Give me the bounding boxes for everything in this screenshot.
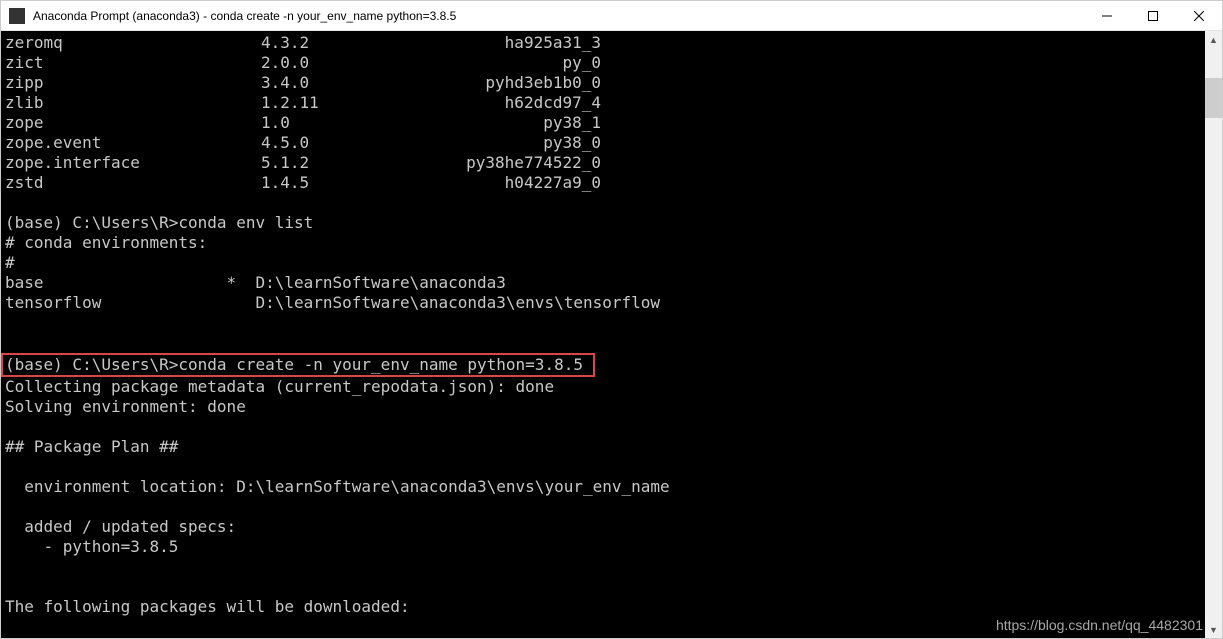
scroll-track[interactable]	[1205, 48, 1222, 621]
package-build: h04227a9_0	[461, 173, 601, 193]
terminal-area: zeromq4.3.2ha925a31_3zict2.0.0py_0zipp3.…	[1, 31, 1222, 638]
collecting-line: Collecting package metadata (current_rep…	[5, 377, 554, 396]
package-version: 4.5.0	[261, 133, 461, 153]
highlighted-command: (base) C:\Users\R>conda create -n your_e…	[1, 353, 595, 377]
package-name: zipp	[5, 73, 261, 93]
package-row: zope1.0py38_1	[5, 113, 1201, 133]
package-build: ha925a31_3	[461, 33, 601, 53]
scroll-thumb[interactable]	[1205, 78, 1222, 118]
package-version: 1.4.5	[261, 173, 461, 193]
package-row: zipp3.4.0pyhd3eb1b0_0	[5, 73, 1201, 93]
app-icon	[9, 8, 25, 24]
package-version: 4.3.2	[261, 33, 461, 53]
package-row: zope.interface5.1.2py38he774522_0	[5, 153, 1201, 173]
package-version: 1.2.11	[261, 93, 461, 113]
env-location: environment location: D:\learnSoftware\a…	[5, 477, 670, 496]
package-row: zlib1.2.11h62dcd97_4	[5, 93, 1201, 113]
package-version: 1.0	[261, 113, 461, 133]
env-row: base * D:\learnSoftware\anaconda3	[5, 273, 506, 292]
package-name: zope.event	[5, 133, 261, 153]
package-name: zope	[5, 113, 261, 133]
package-name: zict	[5, 53, 261, 73]
env-row: tensorflow D:\learnSoftware\anaconda3\en…	[5, 293, 660, 312]
env-hash: #	[5, 253, 15, 272]
package-build: h62dcd97_4	[461, 93, 601, 113]
package-build: py38_0	[461, 133, 601, 153]
package-row: zeromq4.3.2ha925a31_3	[5, 33, 1201, 53]
package-build: pyhd3eb1b0_0	[461, 73, 601, 93]
package-version: 5.1.2	[261, 153, 461, 173]
package-name: zope.interface	[5, 153, 261, 173]
package-row: zict2.0.0py_0	[5, 53, 1201, 73]
titlebar[interactable]: Anaconda Prompt (anaconda3) - conda crea…	[1, 1, 1222, 31]
scrollbar: ▲ ▼	[1205, 31, 1222, 638]
package-build: py38he774522_0	[461, 153, 601, 173]
package-name: zstd	[5, 173, 261, 193]
scroll-down-button[interactable]: ▼	[1205, 621, 1222, 638]
package-build: py_0	[461, 53, 601, 73]
close-button[interactable]	[1176, 1, 1222, 30]
scroll-up-button[interactable]: ▲	[1205, 31, 1222, 48]
prompt-line: (base) C:\Users\R>conda env list	[5, 213, 313, 232]
package-name: zlib	[5, 93, 261, 113]
solving-line: Solving environment: done	[5, 397, 246, 416]
terminal[interactable]: zeromq4.3.2ha925a31_3zict2.0.0py_0zipp3.…	[1, 31, 1205, 638]
package-row: zstd1.4.5h04227a9_0	[5, 173, 1201, 193]
package-row: zope.event4.5.0py38_0	[5, 133, 1201, 153]
window-controls	[1084, 1, 1222, 30]
env-header: # conda environments:	[5, 233, 207, 252]
package-plan-header: ## Package Plan ##	[5, 437, 178, 456]
minimize-button[interactable]	[1084, 1, 1130, 30]
window-title: Anaconda Prompt (anaconda3) - conda crea…	[33, 9, 1084, 23]
package-version: 3.4.0	[261, 73, 461, 93]
package-name: zeromq	[5, 33, 261, 53]
download-header: The following packages will be downloade…	[5, 597, 410, 616]
package-build: py38_1	[461, 113, 601, 133]
package-version: 2.0.0	[261, 53, 461, 73]
window-frame: Anaconda Prompt (anaconda3) - conda crea…	[0, 0, 1223, 639]
added-spec-item: - python=3.8.5	[5, 537, 178, 556]
maximize-button[interactable]	[1130, 1, 1176, 30]
added-specs-header: added / updated specs:	[5, 517, 236, 536]
